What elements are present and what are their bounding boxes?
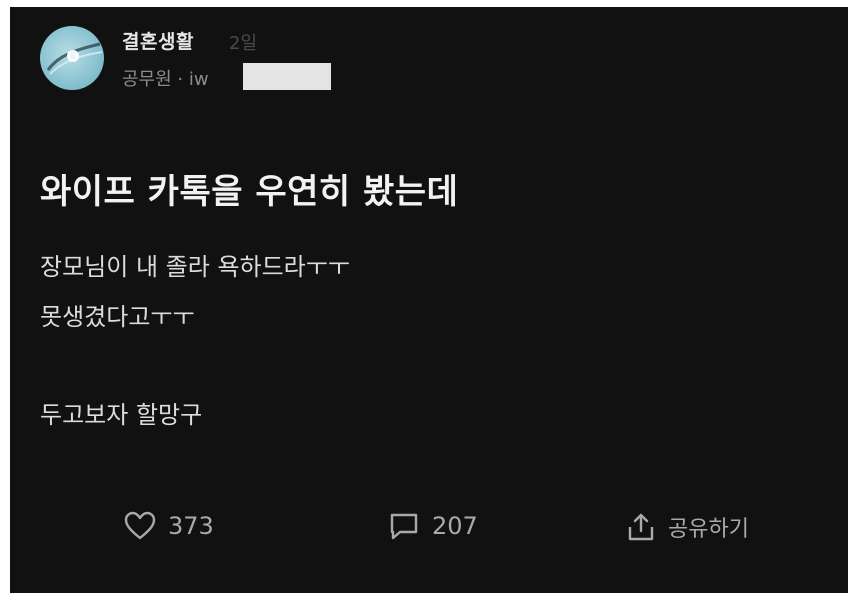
ring-avatar-icon (46, 42, 103, 75)
post-body-line: 장모님이 내 졸라 욕하드라ㅜㅜ (40, 253, 350, 281)
avatar[interactable] (40, 26, 104, 90)
comment-button[interactable]: 207 (388, 511, 478, 541)
author-meta: 공무원 · iw (122, 69, 209, 90)
post-body-line: 못생겼다고ㅜㅜ (40, 303, 195, 331)
share-label: 공유하기 (668, 517, 749, 542)
like-count: 373 (168, 512, 214, 540)
comment-count: 207 (432, 512, 478, 540)
post-body-line: 두고보자 할망구 (40, 401, 203, 429)
post-card: 결혼생활 2일 공무원 · iw 와이프 카톡을 우연히 봤는데 장모님이 내 … (10, 7, 848, 593)
author-name[interactable]: 결혼생활 (122, 27, 194, 54)
heart-icon (124, 511, 156, 540)
redaction-box (243, 63, 331, 90)
share-icon (628, 513, 654, 541)
post-time: 2일 (229, 33, 258, 54)
post-title: 와이프 카톡을 우연히 봤는데 (40, 172, 459, 212)
like-button[interactable]: 373 (124, 511, 214, 541)
comment-icon (390, 513, 418, 540)
share-button[interactable]: 공유하기 (626, 511, 749, 543)
